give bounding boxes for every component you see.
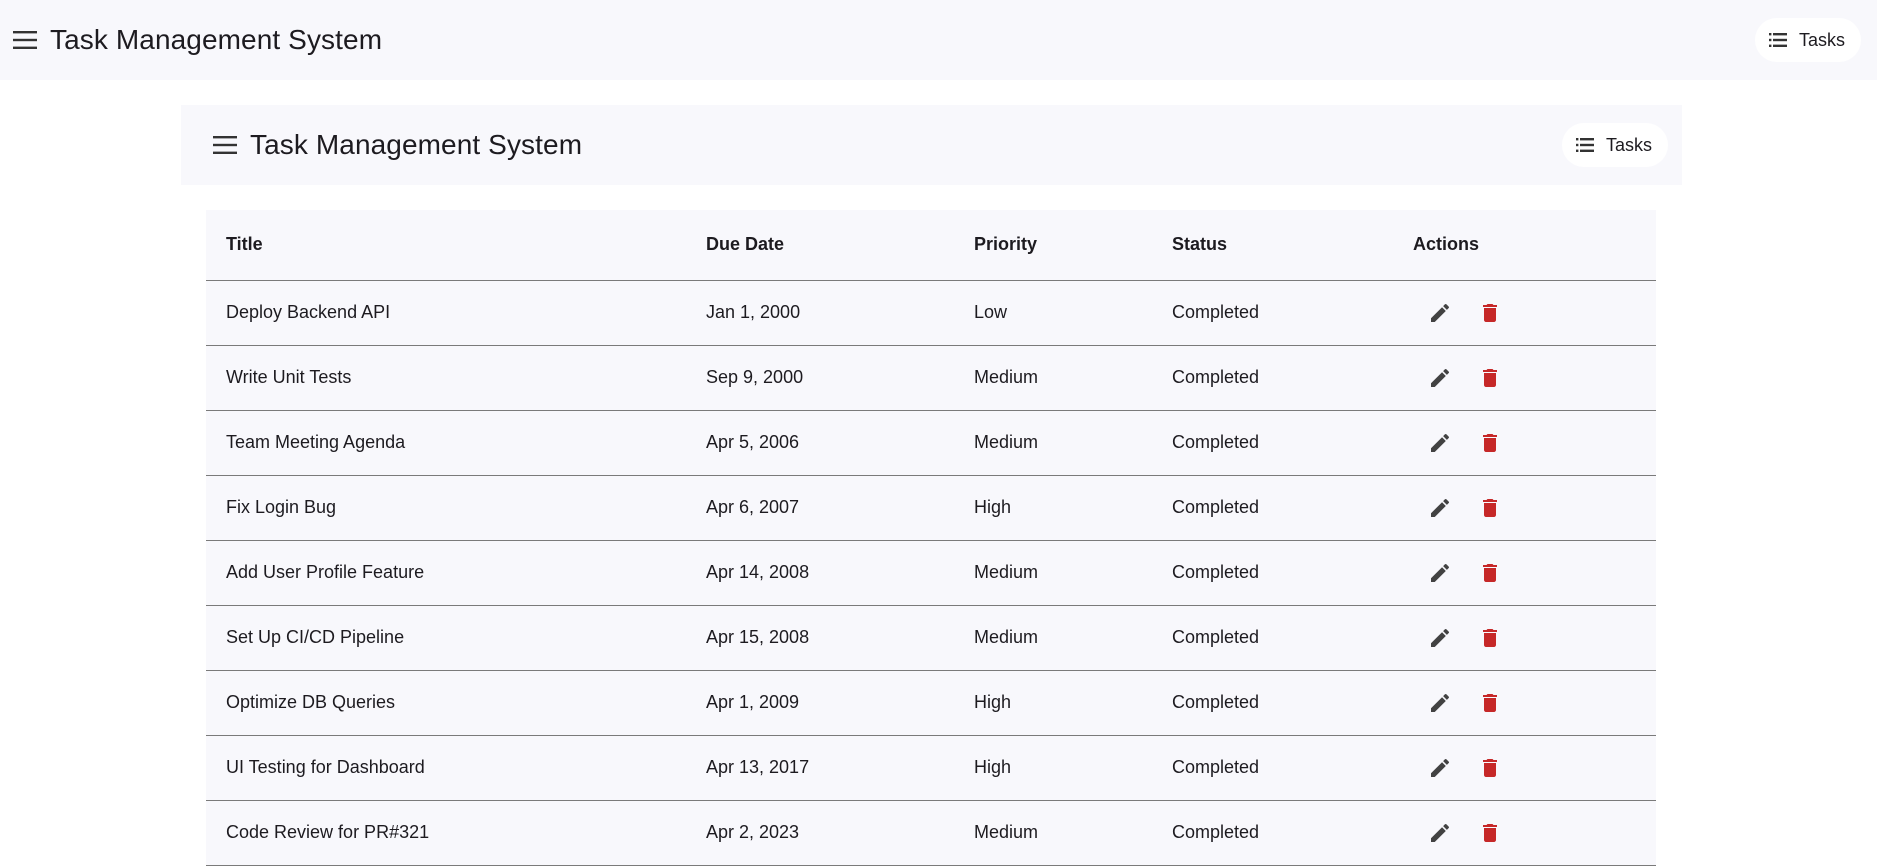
task-status: Completed [1152,345,1393,411]
table-header-row: Title Due Date Priority Status Actions [206,210,1656,281]
task-actions [1393,540,1656,606]
task-status: Completed [1152,735,1393,801]
task-due-date: Apr 15, 2008 [686,605,954,671]
task-due-date: Apr 2, 2023 [686,800,954,866]
task-priority: High [954,475,1152,541]
delete-icon[interactable] [1474,427,1506,459]
delete-icon[interactable] [1474,492,1506,524]
task-title: Code Review for PR#321 [206,800,686,866]
menu-icon[interactable] [12,27,38,53]
task-actions [1393,345,1656,411]
task-title: Write Unit Tests [206,345,686,411]
task-title: UI Testing for Dashboard [206,735,686,801]
delete-icon[interactable] [1474,622,1506,654]
column-header-priority[interactable]: Priority [954,210,1152,281]
task-due-date: Apr 5, 2006 [686,410,954,476]
task-actions [1393,605,1656,671]
task-status: Completed [1152,800,1393,866]
tasks-nav-label: Tasks [1605,134,1652,155]
task-title: Optimize DB Queries [206,670,686,736]
task-status: Completed [1152,670,1393,736]
task-title: Deploy Backend API [206,280,686,346]
task-actions [1393,800,1656,866]
column-header-title[interactable]: Title [206,210,686,281]
edit-icon[interactable] [1424,817,1456,849]
table-row[interactable]: Code Review for PR#321 Apr 2, 2023 Mediu… [206,800,1656,866]
table-row[interactable]: Deploy Backend API Jan 1, 2000 Low Compl… [206,280,1656,346]
delete-icon[interactable] [1474,362,1506,394]
column-header-due-date[interactable]: Due Date [686,210,954,281]
task-actions [1393,280,1656,346]
task-status: Completed [1152,280,1393,346]
card-toolbar: Task Management System Tasks [181,105,1682,185]
task-priority: High [954,670,1152,736]
tasks-nav-button[interactable]: Tasks [1561,123,1668,167]
table-row[interactable]: Optimize DB Queries Apr 1, 2009 High Com… [206,670,1656,736]
top-app-bar: Task Management System Tasks [0,0,1877,80]
task-priority: Medium [954,605,1152,671]
task-due-date: Apr 1, 2009 [686,670,954,736]
task-status: Completed [1152,410,1393,476]
task-actions [1393,670,1656,736]
table-row[interactable]: Set Up CI/CD Pipeline Apr 15, 2008 Mediu… [206,605,1656,671]
task-status: Completed [1152,605,1393,671]
task-priority: Medium [954,800,1152,866]
task-priority: High [954,735,1152,801]
task-due-date: Jan 1, 2000 [686,280,954,346]
delete-icon[interactable] [1474,817,1506,849]
table-row[interactable]: UI Testing for Dashboard Apr 13, 2017 Hi… [206,735,1656,801]
task-priority: Low [954,280,1152,346]
edit-icon[interactable] [1424,557,1456,589]
task-priority: Medium [954,540,1152,606]
app-title: Task Management System [50,24,383,55]
column-header-status[interactable]: Status [1152,210,1393,281]
task-due-date: Sep 9, 2000 [686,345,954,411]
tasks-nav-label: Tasks [1798,29,1845,50]
task-title: Fix Login Bug [206,475,686,541]
table-row[interactable]: Team Meeting Agenda Apr 5, 2006 Medium C… [206,410,1656,476]
tasks-nav-button[interactable]: Tasks [1754,18,1861,62]
task-due-date: Apr 14, 2008 [686,540,954,606]
list-icon [1575,138,1594,152]
edit-icon[interactable] [1424,427,1456,459]
table-row[interactable]: Write Unit Tests Sep 9, 2000 Medium Comp… [206,345,1656,411]
task-actions [1393,735,1656,801]
edit-icon[interactable] [1424,622,1456,654]
task-table: Title Due Date Priority Status Actions D… [206,210,1656,866]
task-actions [1393,410,1656,476]
task-due-date: Apr 13, 2017 [686,735,954,801]
menu-icon[interactable] [212,132,238,158]
edit-icon[interactable] [1424,297,1456,329]
list-icon [1768,33,1787,47]
task-priority: Medium [954,410,1152,476]
task-priority: Medium [954,345,1152,411]
task-actions [1393,475,1656,541]
delete-icon[interactable] [1474,557,1506,589]
card-title: Task Management System [250,129,583,160]
edit-icon[interactable] [1424,362,1456,394]
delete-icon[interactable] [1474,297,1506,329]
task-status: Completed [1152,475,1393,541]
task-status: Completed [1152,540,1393,606]
edit-icon[interactable] [1424,687,1456,719]
column-header-actions: Actions [1393,210,1656,281]
task-due-date: Apr 6, 2007 [686,475,954,541]
task-title: Team Meeting Agenda [206,410,686,476]
delete-icon[interactable] [1474,752,1506,784]
task-title: Set Up CI/CD Pipeline [206,605,686,671]
table-row[interactable]: Add User Profile Feature Apr 14, 2008 Me… [206,540,1656,606]
table-row[interactable]: Fix Login Bug Apr 6, 2007 High Completed [206,475,1656,541]
edit-icon[interactable] [1424,492,1456,524]
edit-icon[interactable] [1424,752,1456,784]
task-title: Add User Profile Feature [206,540,686,606]
delete-icon[interactable] [1474,687,1506,719]
